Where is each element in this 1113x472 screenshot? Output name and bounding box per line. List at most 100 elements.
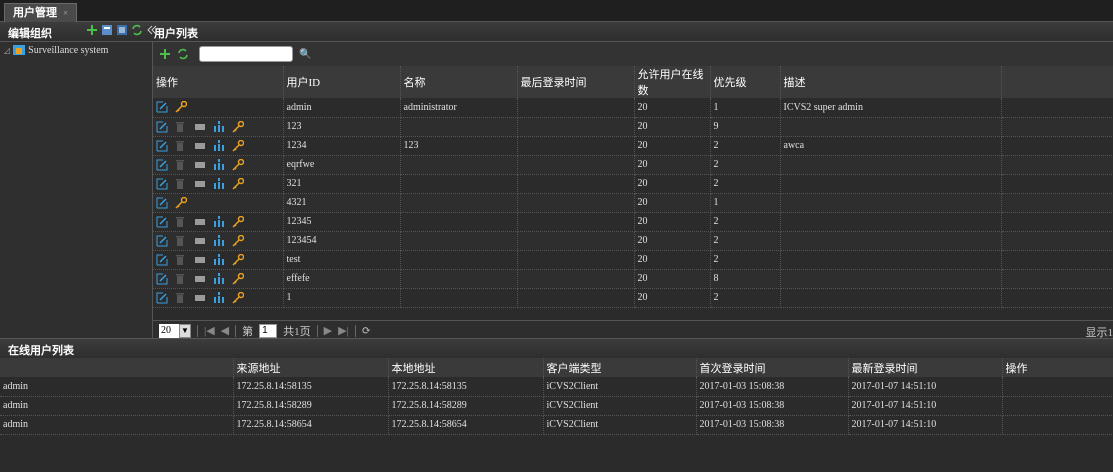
delete-icon[interactable] [175, 235, 187, 247]
column-header[interactable]: 最新登录时间 [848, 358, 1003, 377]
table-row[interactable]: admin administrator 20 1 ICVS2 super admin [153, 98, 1113, 118]
table-row[interactable]: eqrfwe 20 2 [153, 155, 1113, 175]
key-icon[interactable] [232, 215, 244, 228]
detail-icon[interactable] [194, 216, 206, 228]
edit-icon[interactable] [156, 101, 168, 113]
column-header[interactable]: 名称 [400, 66, 518, 98]
table-row[interactable]: 1 20 2 [153, 288, 1113, 308]
delete-icon[interactable] [175, 273, 187, 285]
detail-icon[interactable] [194, 254, 206, 266]
detail-icon[interactable] [194, 140, 206, 152]
key-icon[interactable] [232, 158, 244, 171]
key-icon[interactable] [232, 272, 244, 285]
table-row[interactable]: 4321 20 1 [153, 193, 1113, 213]
delete-icon[interactable] [175, 292, 187, 304]
key-icon[interactable] [232, 253, 244, 266]
tab-user-management[interactable]: 用户管理 × [4, 3, 78, 22]
detail-icon[interactable] [194, 159, 206, 171]
table-header: 操作 用户ID 名称 最后登录时间 允许用户在线数 优先级 描述 [153, 66, 1113, 98]
column-header[interactable]: 操作 [1002, 358, 1113, 377]
table-row[interactable]: 123454 20 2 [153, 231, 1113, 251]
column-header[interactable]: 描述 [780, 66, 1002, 98]
organization-icon[interactable] [213, 177, 225, 190]
column-header[interactable]: 本地地址 [388, 358, 544, 377]
edit-icon[interactable] [156, 140, 168, 152]
refresh-users-icon[interactable] [177, 48, 189, 60]
delete-icon[interactable] [175, 178, 187, 190]
table-row[interactable]: 123 20 9 [153, 117, 1113, 137]
organization-icon[interactable] [213, 291, 225, 304]
key-icon[interactable] [175, 196, 187, 209]
column-header[interactable]: 允许用户在线数 [634, 66, 711, 98]
table-row[interactable]: admin 172.25.8.14:58654 172.25.8.14:58654 i… [0, 415, 1113, 435]
key-icon[interactable] [232, 139, 244, 152]
refresh-icon[interactable] [131, 24, 143, 36]
last-page-icon[interactable]: ▶| [338, 324, 349, 337]
column-header[interactable]: 来源地址 [233, 358, 389, 377]
close-icon[interactable]: × [63, 8, 68, 18]
chevron-down-icon[interactable]: ▼ [179, 323, 191, 338]
column-header[interactable]: 操作 [153, 66, 284, 98]
detail-icon[interactable] [194, 121, 206, 133]
organization-icon[interactable] [213, 120, 225, 133]
table-row[interactable]: 1234 123 20 2 awca [153, 136, 1113, 156]
edit-icon[interactable] [156, 254, 168, 266]
prev-page-icon[interactable]: ◀ [221, 324, 229, 337]
edit-icon[interactable] [156, 235, 168, 247]
column-header[interactable]: 客户端类型 [543, 358, 697, 377]
edit-icon[interactable] [156, 159, 168, 171]
table-row[interactable]: 321 20 2 [153, 174, 1113, 194]
table-row[interactable]: admin 172.25.8.14:58135 172.25.8.14:58135 i… [0, 377, 1113, 397]
organization-icon[interactable] [213, 215, 225, 228]
organization-icon[interactable] [213, 272, 225, 285]
detail-icon[interactable] [194, 273, 206, 285]
search-input[interactable] [199, 46, 293, 62]
edit-icon[interactable] [156, 292, 168, 304]
table-row[interactable]: test 20 2 [153, 250, 1113, 270]
column-header[interactable]: 最后登录时间 [517, 66, 635, 98]
detail-icon[interactable] [194, 178, 206, 190]
table-row[interactable]: effefe 20 8 [153, 269, 1113, 289]
add-icon[interactable] [86, 24, 98, 36]
list-icon[interactable] [116, 24, 128, 36]
column-header[interactable]: 首次登录时间 [696, 358, 849, 377]
expander-icon[interactable]: ◿ [4, 46, 10, 55]
edit-icon[interactable] [156, 273, 168, 285]
organization-icon[interactable] [213, 139, 225, 152]
column-header[interactable]: 优先级 [710, 66, 781, 98]
organization-icon[interactable] [213, 234, 225, 247]
edit-node-icon[interactable] [101, 24, 113, 36]
table-row[interactable]: admin 172.25.8.14:58289 172.25.8.14:58289 i… [0, 396, 1113, 416]
detail-icon[interactable] [194, 235, 206, 247]
detail-icon[interactable] [194, 292, 206, 304]
organization-icon[interactable] [213, 253, 225, 266]
tree-node-label: Surveillance system [28, 44, 109, 56]
delete-icon[interactable] [175, 121, 187, 133]
organization-icon[interactable] [213, 158, 225, 171]
first-page-icon[interactable]: |◀ [204, 324, 215, 337]
edit-icon[interactable] [156, 216, 168, 228]
add-user-icon[interactable] [159, 48, 171, 60]
edit-icon[interactable] [156, 178, 168, 190]
edit-icon[interactable] [156, 121, 168, 133]
delete-icon[interactable] [175, 159, 187, 171]
page-input[interactable] [259, 323, 278, 338]
search-icon[interactable]: 🔍 [299, 49, 311, 60]
table-row[interactable]: 12345 20 2 [153, 212, 1113, 232]
delete-icon[interactable] [175, 216, 187, 228]
reload-icon[interactable]: ⟳ [362, 324, 371, 337]
next-page-icon[interactable]: ▶ [324, 324, 332, 337]
delete-icon[interactable] [175, 254, 187, 266]
edit-icon[interactable] [156, 197, 168, 209]
key-icon[interactable] [232, 234, 244, 247]
column-header[interactable]: 用户ID [283, 66, 401, 98]
key-icon[interactable] [175, 101, 187, 113]
cell-id: 123 [283, 117, 401, 137]
key-icon[interactable] [232, 177, 244, 190]
delete-icon[interactable] [175, 140, 187, 152]
page-size-select[interactable]: 20 ▼ [159, 323, 191, 338]
key-icon[interactable] [232, 291, 244, 304]
tree-node-root[interactable]: ◿ Surveillance system [4, 44, 108, 56]
key-icon[interactable] [232, 120, 244, 133]
column-header[interactable] [0, 358, 234, 377]
